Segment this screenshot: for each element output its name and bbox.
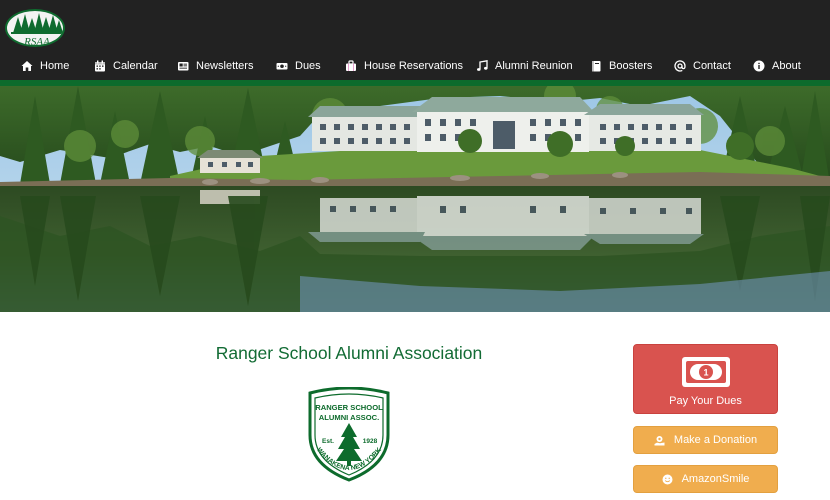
nav-label: Newsletters [196,60,254,72]
nav-label: Alumni Reunion [495,60,573,72]
nav-calendar[interactable]: Calendar [94,54,158,78]
svg-text:1: 1 [703,368,708,378]
smile-icon [662,474,673,485]
nav-label: Contact [693,60,731,72]
amazonsmile-label: AmazonSmile [681,473,750,485]
association-badge: RANGER SCHOOL ALUMNI ASSOC. Est. 1928 WA… [304,386,394,483]
nav-label: House Reservations [364,60,464,72]
donate-icon [654,435,665,446]
logo-text: RSAA [23,36,50,47]
nav-contact[interactable]: Contact [674,54,731,78]
badge-line1: RANGER SCHOOL [315,403,383,412]
music-icon [476,60,488,72]
nav-label: Home [40,60,70,72]
nav-boosters[interactable]: Boosters [590,54,652,78]
book-icon [590,60,602,72]
site-logo[interactable]: RSAA [5,9,65,47]
suitcase-icon [345,60,357,72]
home-icon [21,60,33,72]
newspaper-icon [177,60,189,72]
nav-newsletters[interactable]: Newsletters [177,54,253,78]
donation-label: Make a Donation [673,434,758,446]
amazonsmile-button[interactable]: AmazonSmile [633,465,778,493]
nav-house-reservations[interactable]: House Reservations [345,54,463,78]
nav-home[interactable]: Home [21,54,69,78]
nav-label: Dues [295,60,321,72]
badge-year: 1928 [363,438,378,445]
nav-label: Boosters [609,60,653,72]
pay-dues-button[interactable]: 1 Pay Your Dues [633,344,778,414]
donation-button[interactable]: Make a Donation [633,426,778,454]
nav-label: Calendar [113,60,158,72]
main-nav: Home Calendar Newsletters Dues House Res… [0,54,830,78]
pay-dues-label: Pay Your Dues [669,395,742,407]
badge-est: Est. [322,438,334,445]
at-icon [674,60,686,72]
badge-line2: ALUMNI ASSOC. [319,413,379,422]
page-title: Ranger School Alumni Association [215,343,483,363]
calendar-icon [94,60,106,72]
info-icon [753,60,765,72]
nav-alumni-reunion[interactable]: Alumni Reunion [476,54,573,78]
money-icon [276,60,288,72]
nav-label: About [772,60,801,72]
top-navbar: RSAA Home Calendar Newsletters Dues Hous… [0,0,830,80]
nav-about[interactable]: About [753,54,801,78]
nav-dues[interactable]: Dues [276,54,321,78]
hero-image [0,86,830,312]
money-bill-icon: 1 [682,355,730,389]
